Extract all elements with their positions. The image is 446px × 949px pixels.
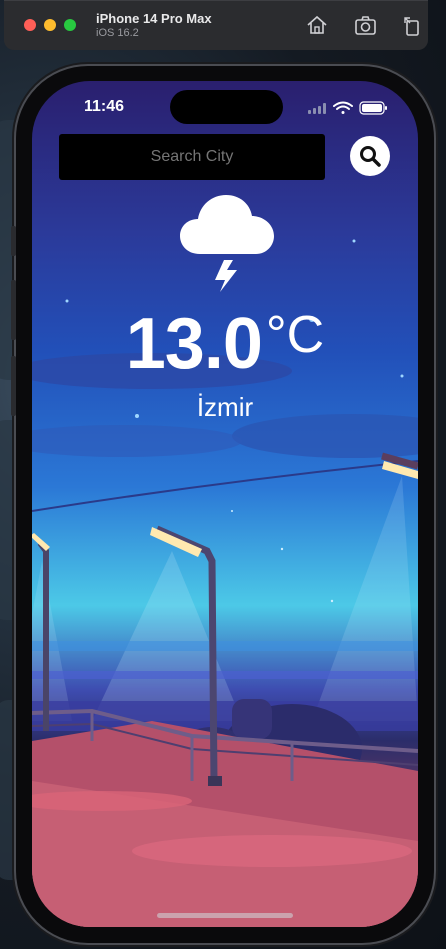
mute-switch — [11, 226, 16, 256]
search-icon — [360, 146, 381, 167]
minimize-window-button[interactable] — [44, 19, 56, 31]
search-city-input[interactable] — [59, 134, 325, 180]
zoom-window-button[interactable] — [64, 19, 76, 31]
search-button[interactable] — [350, 136, 390, 176]
status-bar-time: 11:46 — [84, 98, 125, 115]
device-name: iPhone 14 Pro Max — [96, 11, 212, 26]
battery-icon — [359, 101, 387, 115]
close-window-button[interactable] — [24, 19, 36, 31]
dynamic-island — [170, 90, 283, 124]
iphone-frame: 11:46 Search City 13.0°C İzmir — [11, 66, 434, 943]
cellular-icon — [308, 103, 326, 114]
volume-up-button — [11, 280, 16, 340]
thunderstorm-cloud-icon — [180, 195, 274, 292]
screenshot-icon[interactable] — [353, 13, 379, 37]
rotate-icon[interactable] — [399, 13, 425, 37]
phone-screen: 11:46 Search City 13.0°C İzmir — [32, 81, 418, 927]
home-icon[interactable] — [304, 13, 330, 37]
temperature-value: 13.0 — [125, 304, 263, 384]
os-version: iOS 16.2 — [96, 27, 139, 39]
status-bar-icons — [308, 101, 387, 115]
wifi-icon — [333, 101, 353, 114]
temperature-display: 13.0°C — [32, 303, 418, 385]
home-indicator — [157, 913, 293, 918]
volume-down-button — [11, 356, 16, 416]
temperature-unit: °C — [265, 306, 325, 364]
city-name: İzmir — [196, 392, 254, 422]
simulator-title-bar: iPhone 14 Pro Max iOS 16.2 — [4, 0, 428, 50]
